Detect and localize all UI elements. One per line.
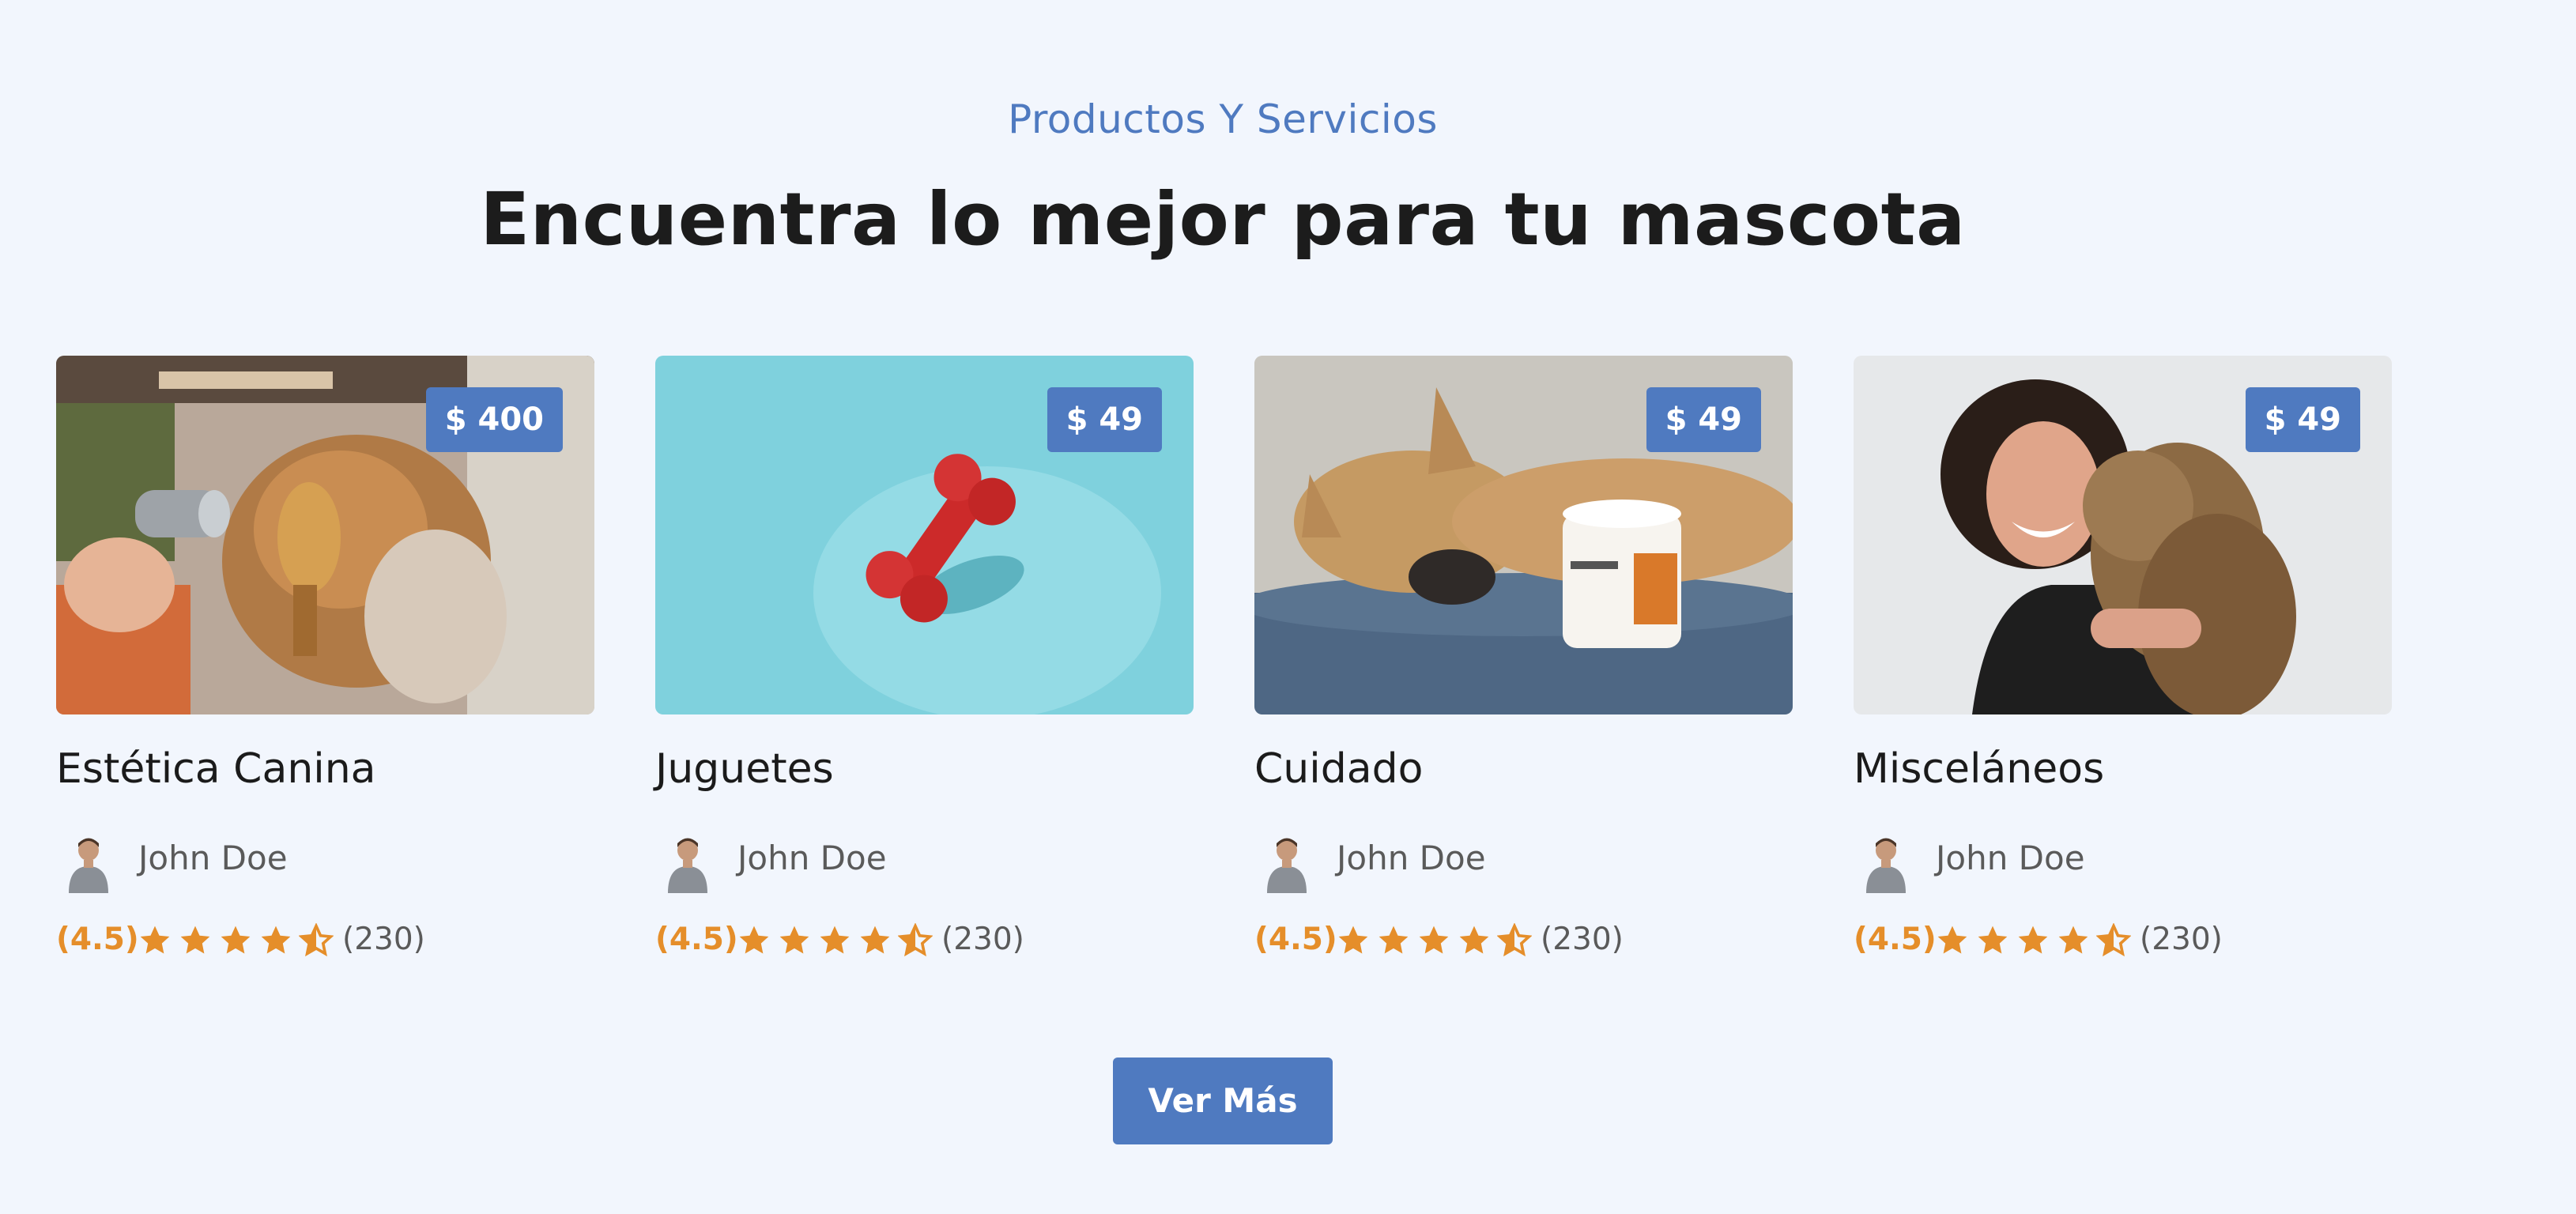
star-icon	[1457, 923, 1492, 958]
product-image-care[interactable]: $ 49	[1254, 356, 1793, 714]
author: John Doe	[655, 827, 1194, 898]
author-name: John Doe	[1936, 839, 2085, 877]
product-image-toys[interactable]: $ 49	[655, 356, 1194, 714]
review-count: (230)	[941, 922, 1024, 957]
rating: (4.5) (230)	[1854, 918, 2392, 961]
product-card[interactable]: $ 49 Juguetes John Doe (4.5) (230)	[655, 356, 1194, 972]
product-card[interactable]: $ 49 Cuidado John Doe (4.5) (230)	[1254, 356, 1793, 972]
rating: (4.5) (230)	[56, 918, 594, 961]
author-name: John Doe	[737, 839, 887, 877]
star-icon	[178, 923, 213, 958]
author-name: John Doe	[138, 839, 288, 877]
card-title[interactable]: Juguetes	[655, 741, 834, 797]
price-badge: $ 400	[425, 387, 563, 452]
product-card[interactable]: $ 49 Misceláneos John Doe (4.5) (230)	[1854, 356, 2392, 972]
star-icon	[1336, 923, 1371, 958]
star-icon	[258, 923, 293, 958]
avatar	[62, 830, 115, 893]
author-name: John Doe	[1337, 839, 1486, 877]
price-badge: $ 49	[2245, 387, 2360, 452]
author: John Doe	[56, 827, 594, 898]
star-icon	[218, 923, 253, 958]
star-icon	[1935, 923, 1970, 958]
review-count: (230)	[1541, 922, 1624, 957]
star-icon	[1376, 923, 1411, 958]
price-badge: $ 49	[1047, 387, 1162, 452]
card-title[interactable]: Cuidado	[1254, 741, 1423, 797]
star-half-icon	[898, 923, 933, 958]
star-icon	[737, 923, 771, 958]
review-count: (230)	[342, 922, 425, 957]
star-icon	[777, 923, 812, 958]
avatar	[1860, 830, 1912, 893]
star-icon	[2056, 923, 2091, 958]
rating: (4.5) (230)	[1254, 918, 1793, 961]
price-badge: $ 49	[1646, 387, 1761, 452]
rating-score: (4.5)	[56, 922, 139, 957]
star-icon	[1416, 923, 1451, 958]
product-card[interactable]: $ 400 Estética Canina John Doe (4.5) (23…	[56, 356, 594, 972]
card-title[interactable]: Misceláneos	[1854, 741, 2104, 797]
section-title: Encuentra lo mejor para tu mascota	[480, 177, 1966, 262]
product-image-grooming[interactable]: $ 400	[56, 356, 594, 714]
star-icon	[2016, 923, 2050, 958]
star-icon	[817, 923, 852, 958]
star-half-icon	[2096, 923, 2131, 958]
star-icon	[138, 923, 172, 958]
section-subtitle: Productos Y Servicios	[1008, 96, 1438, 142]
avatar	[662, 830, 714, 893]
rating-score: (4.5)	[1854, 922, 1937, 957]
author: John Doe	[1254, 827, 1793, 898]
rating-score: (4.5)	[655, 922, 738, 957]
see-more-button[interactable]: Ver Más	[1113, 1058, 1333, 1144]
product-image-misc[interactable]: $ 49	[1854, 356, 2392, 714]
star-half-icon	[1497, 923, 1532, 958]
star-icon	[1975, 923, 2010, 958]
author: John Doe	[1854, 827, 2392, 898]
review-count: (230)	[2140, 922, 2223, 957]
rating-score: (4.5)	[1254, 922, 1337, 957]
star-icon	[858, 923, 892, 958]
avatar	[1261, 830, 1313, 893]
star-half-icon	[299, 923, 334, 958]
card-title[interactable]: Estética Canina	[56, 741, 376, 797]
rating: (4.5) (230)	[655, 918, 1194, 961]
